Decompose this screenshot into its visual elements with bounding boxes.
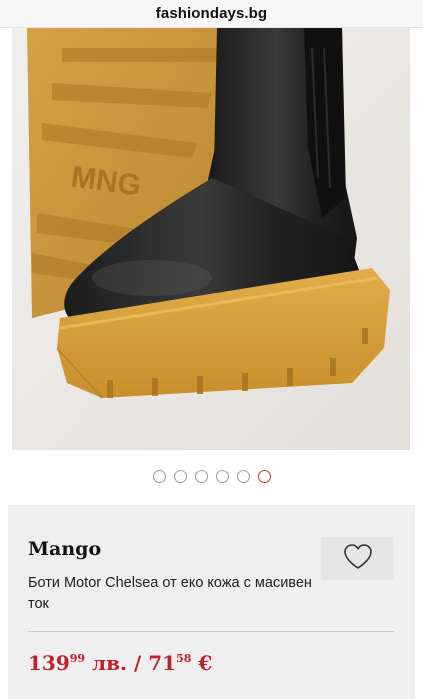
price-bgn-decimals: 99 (69, 652, 86, 665)
address-bar[interactable]: fashiondays.bg (0, 0, 423, 28)
price-eur-currency: € (198, 651, 213, 675)
product-title: Боти Motor Chelsea от еко кожа с масивен… (28, 575, 312, 612)
product-info-card: Mango Боти Motor Chelsea от еко кожа с м… (8, 505, 415, 699)
price-eur-main: 71 (148, 651, 177, 675)
heart-icon (343, 543, 373, 575)
price-bgn-currency: лв. (92, 651, 127, 675)
pagination-dot[interactable] (173, 470, 187, 483)
pagination-dot[interactable] (194, 470, 208, 483)
price: 13999 лв. / 7158 € (28, 651, 212, 675)
price-separator: / (133, 651, 142, 675)
pagination-dot-active[interactable] (257, 470, 271, 483)
url-text: fashiondays.bg (155, 5, 268, 22)
product-gallery[interactable]: MNG (0, 28, 423, 450)
wishlist-button[interactable] (321, 537, 394, 580)
boot-photo: MNG (12, 28, 410, 450)
brand-name[interactable]: Mango (28, 538, 101, 560)
pagination-dot[interactable] (236, 470, 250, 483)
pagination-dot[interactable] (215, 470, 229, 483)
pagination-dot[interactable] (152, 470, 166, 483)
price-bgn-main: 139 (28, 651, 70, 675)
price-eur-decimals: 58 (176, 652, 192, 665)
product-image[interactable]: MNG (12, 28, 410, 450)
divider (28, 631, 394, 632)
gallery-pagination (0, 470, 423, 484)
